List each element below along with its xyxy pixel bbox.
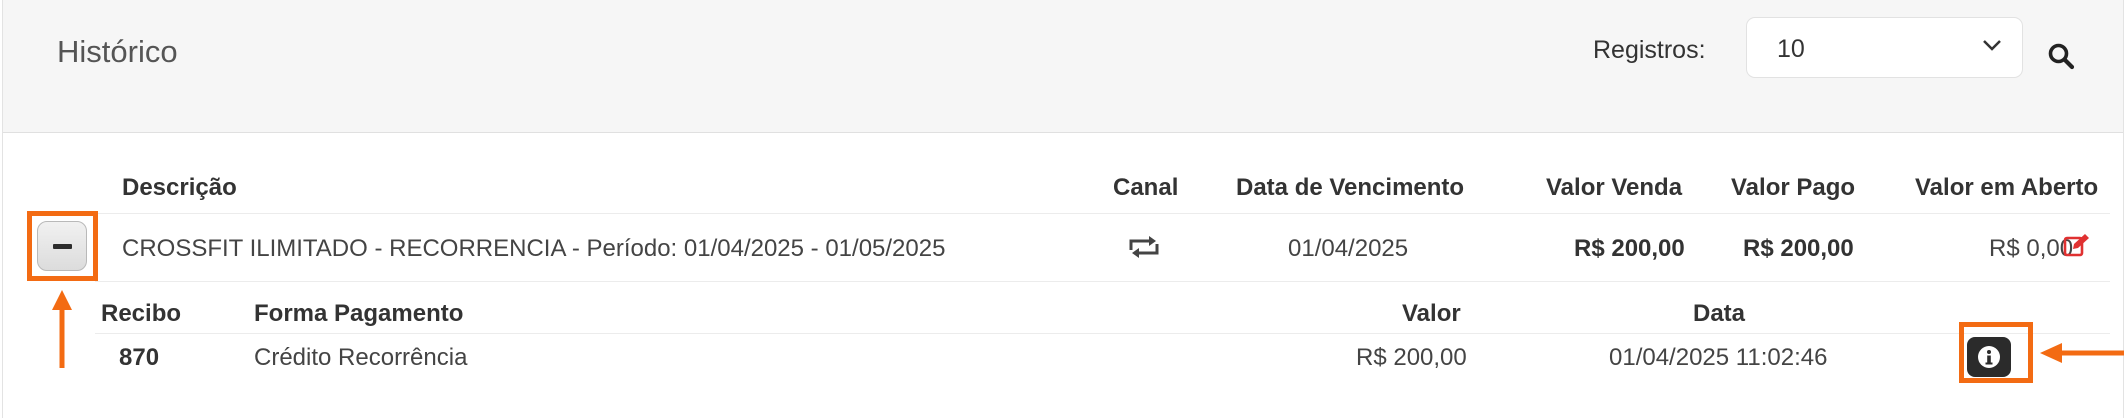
row-valor-venda: R$ 200,00	[1574, 235, 1685, 262]
col-descricao: Descrição	[122, 174, 237, 201]
collapse-button[interactable]	[37, 221, 87, 271]
search-icon[interactable]	[2047, 42, 2075, 70]
recurring-icon	[1129, 236, 1159, 258]
info-button[interactable]	[1967, 337, 2011, 377]
card-header: Histórico Registros: 10	[3, 0, 2123, 133]
col-valor-venda: Valor Venda	[1546, 174, 1683, 201]
detail-valor: R$ 200,00	[1356, 344, 1467, 371]
header-divider	[95, 213, 2110, 214]
detail-recibo: 870	[119, 344, 160, 371]
col-data-vencimento: Data de Vencimento	[1236, 174, 1465, 201]
col-recibo: Recibo	[101, 300, 182, 327]
row-valor-pago: R$ 200,00	[1743, 235, 1854, 262]
row-valor-aberto: R$ 0,00	[1989, 235, 2074, 262]
col-valor: Valor	[1402, 300, 1461, 327]
col-data: Data	[1693, 300, 1746, 327]
col-valor-aberto: Valor em Aberto	[1915, 174, 2099, 201]
up-arrow-icon	[52, 290, 72, 368]
page-title: Histórico	[57, 34, 178, 69]
detail-data: 01/04/2025 11:02:46	[1609, 344, 1828, 371]
records-label: Registros:	[1593, 36, 1706, 64]
col-valor-pago: Valor Pago	[1731, 174, 1856, 201]
records-select[interactable]: 10	[1746, 17, 2023, 78]
row-descricao: CROSSFIT ILIMITADO - RECORRENCIA - Perío…	[122, 235, 946, 262]
detail-forma: Crédito Recorrência	[254, 344, 468, 371]
edit-icon[interactable]	[2063, 233, 2090, 258]
col-canal: Canal	[1113, 174, 1179, 201]
col-forma-pagamento: Forma Pagamento	[254, 300, 464, 327]
row-divider	[95, 281, 2110, 282]
info-icon	[1978, 346, 2000, 368]
detail-divider	[95, 333, 2110, 334]
row-vencimento: 01/04/2025	[1288, 235, 1409, 262]
minus-icon	[53, 244, 72, 249]
left-arrow-icon	[2040, 343, 2124, 363]
chevron-down-icon	[1983, 40, 2001, 51]
records-select-value: 10	[1777, 35, 1805, 63]
